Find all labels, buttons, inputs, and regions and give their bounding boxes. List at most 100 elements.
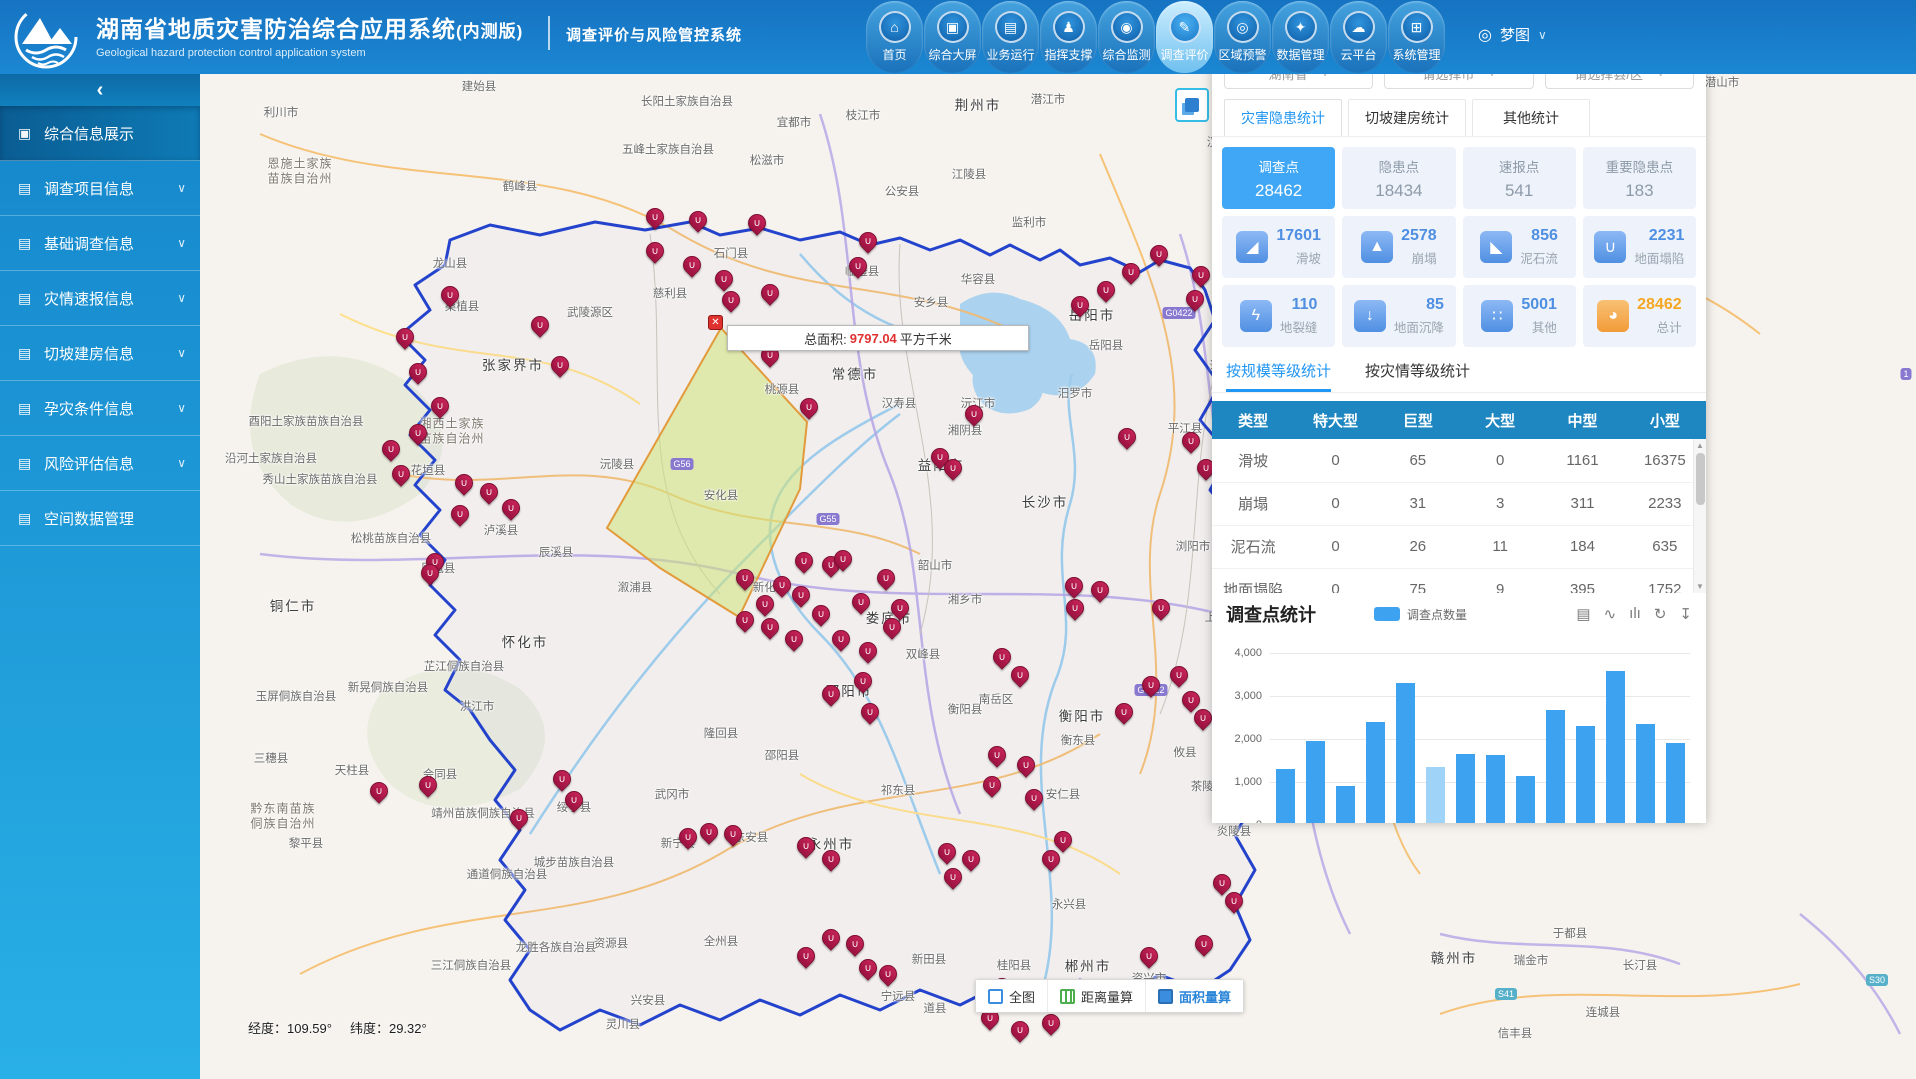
tab-1[interactable]: 灾害隐患统计	[1224, 99, 1342, 136]
hazard-card-ground-collapse[interactable]: ∪2231地面塌陷	[1583, 216, 1696, 278]
app-subtitle: Geological hazard protection control app…	[96, 47, 523, 59]
bar-常德市[interactable]	[1456, 754, 1475, 823]
hazard-card-total[interactable]: ◕28462总计	[1583, 285, 1696, 347]
bar-衡阳市[interactable]	[1366, 722, 1385, 823]
fullmap-icon	[988, 989, 1003, 1004]
summary-card-隐患点[interactable]: 隐患点18434	[1342, 147, 1455, 209]
measure-tool-area[interactable]: 面积量算	[1146, 980, 1243, 1012]
sidebar-item-4[interactable]: ▤灾情速报信息∨	[0, 271, 200, 326]
scroll-down-icon[interactable]: ▼	[1694, 582, 1706, 591]
table-row[interactable]: 泥石流02611184635	[1212, 525, 1706, 568]
sidebar-item-label: 基础调查信息	[44, 233, 134, 254]
summary-card-调查点[interactable]: 调查点28462	[1222, 147, 1335, 209]
survey-icon: ✎	[1169, 11, 1201, 43]
eye-icon[interactable]: ◎	[1478, 25, 1492, 45]
table-cell: 3	[1459, 482, 1541, 525]
bar-邵阳市[interactable]	[1396, 683, 1415, 823]
pin-glyph: ∪	[566, 792, 582, 808]
table-row[interactable]: 崩塌03133112233	[1212, 482, 1706, 525]
scroll-thumb[interactable]	[1696, 453, 1705, 505]
nav-button-survey[interactable]: ✎调查评价	[1156, 1, 1213, 73]
hazard-card-debris-flow[interactable]: ◣856泥石流	[1463, 216, 1576, 278]
pin-glyph: ∪	[939, 844, 955, 860]
hazard-card-landslide[interactable]: ◢17601滑坡	[1222, 216, 1335, 278]
subtab-2[interactable]: 按灾情等级统计	[1365, 351, 1470, 392]
user-chevron-icon[interactable]: ∨	[1538, 28, 1547, 42]
nav-button-business[interactable]: ▤业务运行	[982, 1, 1039, 73]
sidebar-item-5[interactable]: ▤切坡建房信息∨	[0, 326, 200, 381]
table-row[interactable]: 滑坡0650116116375	[1212, 439, 1706, 482]
hazard-card-other[interactable]: ∷5001其他	[1463, 285, 1576, 347]
legend-swatch	[1374, 607, 1400, 621]
hazard-card-ground-fissure[interactable]: ϟ110地裂缝	[1222, 285, 1335, 347]
nav-button-system[interactable]: ⊞系统管理	[1388, 1, 1445, 73]
chart-legend[interactable]: 调查点数量	[1374, 606, 1467, 623]
nav-button-cloud[interactable]: ☁云平台	[1330, 1, 1387, 73]
bar-郴州市[interactable]	[1546, 710, 1565, 823]
table-cell: 395	[1541, 568, 1623, 593]
area-measure-tooltip: 总面积: 9797.04 平方千米	[727, 325, 1029, 351]
nav-button-command[interactable]: ♟指挥支撑	[1040, 1, 1097, 73]
nav-button-data[interactable]: ✦数据管理	[1272, 1, 1329, 73]
sidebar-item-label: 灾情速报信息	[44, 288, 134, 309]
line-chart-icon[interactable]: ∿	[1604, 605, 1617, 623]
bar-株洲市[interactable]	[1306, 741, 1325, 823]
refresh-icon[interactable]: ↻	[1654, 605, 1667, 623]
hazard-value: 17601	[1276, 227, 1321, 245]
tab-3[interactable]: 其他统计	[1472, 99, 1590, 136]
hazard-label: 地裂缝	[1280, 317, 1318, 336]
bar-长沙市[interactable]	[1276, 769, 1295, 823]
sidebar-item-6[interactable]: ▤孕灾条件信息∨	[0, 381, 200, 436]
pin-glyph: ∪	[552, 357, 568, 373]
bar-娄底市[interactable]	[1636, 724, 1655, 823]
table-cell: 11	[1459, 525, 1541, 568]
hazard-value: 5001	[1521, 296, 1557, 314]
sidebar-item-2[interactable]: ▤调查项目信息∨	[0, 161, 200, 216]
username[interactable]: 梦图	[1500, 24, 1530, 45]
sidebar-item-7[interactable]: ▤风险评估信息∨	[0, 436, 200, 491]
nav-button-dashboard[interactable]: ▣综合大屏	[924, 1, 981, 73]
bar-怀化市[interactable]	[1606, 671, 1625, 823]
bar-益阳市[interactable]	[1516, 776, 1535, 823]
summary-card-重要隐患点[interactable]: 重要隐患点183	[1583, 147, 1696, 209]
nav-button-monitoring[interactable]: ◉综合监测	[1098, 1, 1155, 73]
hazard-label: 其他	[1532, 317, 1557, 336]
sidebar-item-8[interactable]: ▤空间数据管理	[0, 491, 200, 546]
measure-tool-full[interactable]: 全图	[976, 980, 1048, 1012]
table-row[interactable]: 地面塌陷07593951752	[1212, 568, 1706, 593]
table-scrollbar[interactable]: ▲ ▼	[1693, 439, 1706, 593]
hazard-card-collapse[interactable]: ▲2578崩塌	[1342, 216, 1455, 278]
sidebar-item-1[interactable]: ▣综合信息展示	[0, 106, 200, 161]
nav-button-warning[interactable]: ◎区域预警	[1214, 1, 1271, 73]
tab-2[interactable]: 切坡建房统计	[1348, 99, 1466, 136]
data-view-icon[interactable]: ▤	[1576, 605, 1590, 623]
hazard-label: 地面塌陷	[1634, 248, 1684, 267]
scroll-up-icon[interactable]: ▲	[1694, 441, 1706, 450]
pin-glyph: ∪	[1153, 600, 1169, 616]
nav-button-home[interactable]: ⌂首页	[866, 1, 923, 73]
summary-card-速报点[interactable]: 速报点541	[1463, 147, 1576, 209]
hazard-card-subsidence[interactable]: ↓85地面沉降	[1342, 285, 1455, 347]
monitoring-icon: ◉	[1111, 11, 1143, 43]
layers-layer-button[interactable]	[1175, 88, 1209, 122]
bar-chart-icon[interactable]: ılı	[1629, 605, 1641, 623]
y-axis-tick: 0	[1256, 819, 1262, 823]
pin-glyph: ∪	[884, 619, 900, 635]
bar-湘潭市[interactable]	[1336, 786, 1355, 823]
bar-湘西州[interactable]	[1666, 743, 1685, 823]
subtab-1[interactable]: 按规模等级统计	[1226, 351, 1331, 392]
measure-start-marker[interactable]: ✕	[708, 315, 723, 330]
measure-toolbar: 全图距离量算面积量算	[975, 979, 1244, 1013]
pin-glyph: ∪	[1151, 246, 1167, 262]
sidebar-item-3[interactable]: ▤基础调查信息∨	[0, 216, 200, 271]
download-icon[interactable]: ↧	[1679, 605, 1692, 623]
hazard-value: 2578	[1401, 227, 1437, 245]
bar-永州市[interactable]	[1576, 726, 1595, 823]
bar-岳阳市[interactable]	[1426, 767, 1445, 823]
measure-tool-dist[interactable]: 距离量算	[1048, 980, 1146, 1012]
bar-张家界市[interactable]	[1486, 755, 1505, 823]
sidebar-collapse-button[interactable]: ‹	[0, 74, 200, 106]
pin-glyph: ∪	[1067, 600, 1083, 616]
table-cell: 31	[1377, 482, 1459, 525]
pin-glyph: ∪	[813, 606, 829, 622]
